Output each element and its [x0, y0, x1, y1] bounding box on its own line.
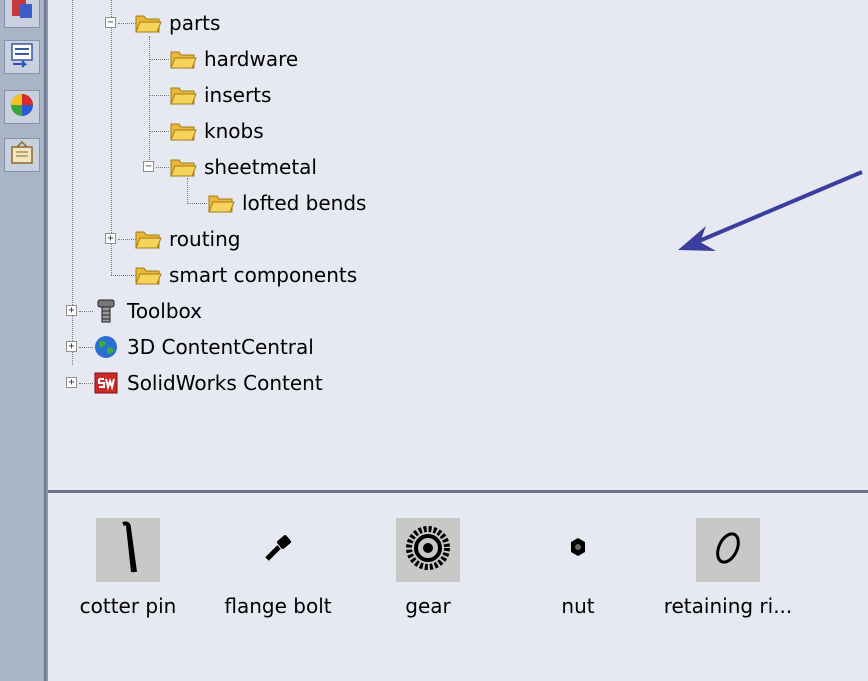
property-manager-tab[interactable] [4, 40, 40, 74]
tree-connector [79, 311, 93, 312]
folder-icon [207, 190, 235, 216]
tree-node-sheetmetal[interactable]: sheetmetal [169, 151, 317, 183]
palette-item-label: flange bolt [224, 594, 332, 618]
custom-properties-icon [9, 140, 35, 170]
nut-icon [553, 523, 603, 577]
expand-toolbox-toggle[interactable]: + [66, 305, 77, 316]
design-library-window: − − + + + + parts hardware inserts knobs… [0, 0, 868, 681]
design-library-tree: − − + + + + parts hardware inserts knobs… [48, 0, 868, 490]
retaining-ring-icon [703, 523, 753, 577]
appearances-icon [9, 92, 35, 122]
design-library-icon [9, 0, 35, 26]
gear-icon [403, 523, 453, 577]
palette-item-retaining-ring[interactable]: retaining ri... [658, 518, 798, 618]
tree-connector [149, 59, 169, 60]
palette-item-flange-bolt[interactable]: flange bolt [208, 518, 348, 618]
tree-node-smart-components[interactable]: smart components [134, 259, 357, 291]
folder-icon [169, 118, 197, 144]
tree-node-knobs[interactable]: knobs [169, 115, 264, 147]
thumbnail [396, 518, 460, 582]
thumbnail [546, 518, 610, 582]
tree-node-inserts[interactable]: inserts [169, 79, 271, 111]
thumbnail [96, 518, 160, 582]
solidworks-logo-icon [92, 370, 120, 396]
tree-node-label: lofted bends [242, 191, 367, 215]
palette-item-label: retaining ri... [663, 594, 793, 618]
tree-connector [79, 383, 93, 384]
tree-node-label: inserts [204, 83, 272, 107]
thumbnail [246, 518, 310, 582]
tree-connector [79, 347, 93, 348]
tree-node-label: parts [169, 11, 221, 35]
tree-node-3d-contentcentral[interactable]: 3D ContentCentral [92, 331, 314, 363]
custom-properties-tab[interactable] [4, 138, 40, 172]
folder-icon [134, 226, 162, 252]
tree-node-label: SolidWorks Content [127, 371, 323, 395]
pane-splitter[interactable] [48, 490, 868, 498]
tree-connector [149, 95, 169, 96]
collapse-parts-toggle[interactable]: − [105, 17, 116, 28]
tree-node-label: sheetmetal [204, 155, 317, 179]
collapse-sheetmetal-toggle[interactable]: − [143, 161, 154, 172]
tree-node-parts[interactable]: parts [134, 7, 220, 39]
tree-node-toolbox[interactable]: Toolbox [92, 295, 202, 327]
library-palette: cotter pin flange bolt gear nut retainin… [48, 498, 868, 681]
tree-node-hardware[interactable]: hardware [169, 43, 298, 75]
tree-connector [156, 167, 169, 168]
folder-icon [134, 10, 162, 36]
folder-icon [169, 46, 197, 72]
palette-item-label: gear [405, 594, 451, 618]
appearances-tab[interactable] [4, 90, 40, 124]
palette-item-cotter-pin[interactable]: cotter pin [58, 518, 198, 618]
palette-item-nut[interactable]: nut [508, 518, 648, 618]
folder-icon [134, 262, 162, 288]
toolbox-screw-icon [92, 298, 120, 324]
expand-3d-contentcentral-toggle[interactable]: + [66, 341, 77, 352]
tree-connector [187, 203, 207, 204]
task-pane-tab-strip [0, 0, 48, 681]
design-library-tab[interactable] [4, 0, 40, 28]
tree-node-label: routing [169, 227, 241, 251]
tree-node-label: 3D ContentCentral [127, 335, 314, 359]
palette-item-label: nut [561, 594, 595, 618]
tree-connector [111, 275, 136, 276]
folder-icon [169, 82, 197, 108]
property-manager-icon [9, 42, 35, 72]
cotter-pin-icon [103, 518, 153, 582]
folder-icon [169, 154, 197, 180]
globe-icon [92, 334, 120, 360]
palette-item-gear[interactable]: gear [358, 518, 498, 618]
tree-node-routing[interactable]: routing [134, 223, 240, 255]
tree-node-label: smart components [169, 263, 358, 287]
flange-bolt-icon [253, 523, 303, 577]
expand-routing-toggle[interactable]: + [105, 233, 116, 244]
tree-node-lofted-bends[interactable]: lofted bends [207, 187, 366, 219]
thumbnail [696, 518, 760, 582]
tree-node-label: hardware [204, 47, 299, 71]
tree-connector [149, 36, 150, 168]
tree-node-solidworks-content[interactable]: SolidWorks Content [92, 367, 323, 399]
tree-node-label: knobs [204, 119, 264, 143]
palette-item-label: cotter pin [79, 594, 177, 618]
tree-connector [149, 131, 169, 132]
tree-node-label: Toolbox [127, 299, 202, 323]
expand-solidworks-content-toggle[interactable]: + [66, 377, 77, 388]
